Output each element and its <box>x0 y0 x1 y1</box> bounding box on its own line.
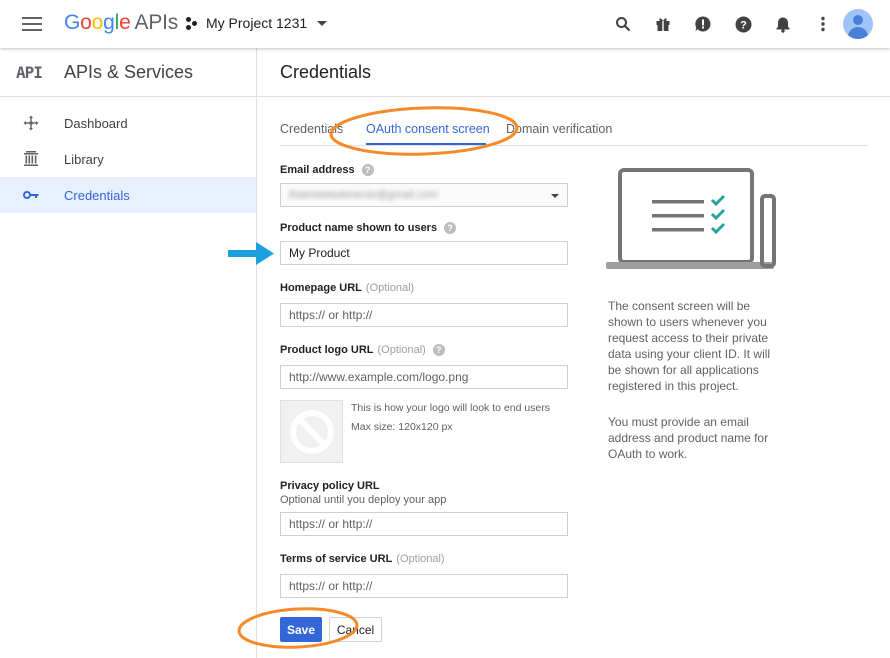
privacy-label-row: Privacy policy URL <box>280 480 380 492</box>
logo-url-input[interactable] <box>280 365 568 389</box>
menu-icon[interactable] <box>22 17 42 31</box>
optional-tag: (Optional) <box>396 553 445 565</box>
help-icon[interactable]: ? <box>732 13 754 35</box>
tab-oauth-consent-screen[interactable]: OAuth consent screen <box>366 122 490 136</box>
cancel-button[interactable]: Cancel <box>329 617 382 642</box>
avatar[interactable] <box>843 9 873 39</box>
logo-hint: This is how your logo will look to end u… <box>351 402 551 414</box>
bell-icon[interactable] <box>772 13 794 35</box>
sidebar-header: API APIs & Services <box>0 48 256 97</box>
logo-suffix: APIs <box>134 11 179 34</box>
optional-tag: (Optional) <box>365 282 415 294</box>
email-value: thatmeetsdonecto@gmail.com <box>289 189 438 201</box>
laptop-checklist-illustration <box>606 168 776 269</box>
sidebar-item-dashboard[interactable]: Dashboard <box>0 105 256 141</box>
privacy-subtext: Optional until you deploy your app <box>280 494 447 506</box>
product-label-row: Product name shown to users ? <box>280 222 457 234</box>
active-tab-indicator <box>366 143 486 145</box>
gift-icon[interactable] <box>652 13 674 35</box>
svg-text:?: ? <box>740 19 747 31</box>
privacy-url-input[interactable] <box>280 512 568 536</box>
homepage-url-input[interactable] <box>280 303 568 327</box>
privacy-policy-label: Privacy policy URL <box>280 480 380 492</box>
homepage-label-row: Homepage URL (Optional) <box>280 282 414 294</box>
email-label: Email address <box>280 164 355 176</box>
project-name: My Project 1231 <box>206 15 308 31</box>
save-button[interactable]: Save <box>280 617 322 642</box>
email-select[interactable]: thatmeetsdonecto@gmail.com <box>280 183 568 207</box>
more-vert-icon[interactable] <box>812 13 834 35</box>
google-apis-logo[interactable]: Google APIs <box>64 11 178 35</box>
help-icon[interactable]: ? <box>444 222 457 234</box>
email-label-row: Email address ? <box>280 164 374 176</box>
sidebar: API APIs & Services Dashboard Library Cr… <box>0 48 257 658</box>
sidebar-item-label: Library <box>64 151 104 167</box>
top-bar: Google APIs My Project 1231 ? <box>0 0 890 48</box>
consent-info-text: The consent screen will be shown to user… <box>608 299 771 393</box>
sidebar-item-label: Dashboard <box>64 115 128 131</box>
product-name-label: Product name shown to users <box>280 222 438 234</box>
terms-url-input[interactable] <box>280 574 568 598</box>
no-image-icon <box>289 409 334 454</box>
product-name-input[interactable] <box>280 241 568 265</box>
logo-letter: g <box>103 11 115 34</box>
tab-domain-verification[interactable]: Domain verification <box>506 122 612 136</box>
sidebar-item-library[interactable]: Library <box>0 141 256 177</box>
alert-icon[interactable] <box>692 13 714 35</box>
terms-label-row: Terms of service URL (Optional) <box>280 553 445 565</box>
sidebar-item-label: Credentials <box>64 187 130 203</box>
tab-credentials[interactable]: Credentials <box>280 122 343 136</box>
logo-letter: G <box>64 11 81 34</box>
search-icon[interactable] <box>612 13 634 35</box>
library-icon <box>22 150 40 168</box>
logo-letter: o <box>80 11 92 34</box>
logo-letter: o <box>91 11 104 34</box>
logo-letter: e <box>119 11 131 34</box>
terms-label: Terms of service URL <box>280 553 393 565</box>
consent-requirement-text: You must provide an email address and pr… <box>608 415 769 461</box>
key-icon <box>22 186 40 204</box>
sidebar-title: APIs & Services <box>64 62 194 82</box>
logo-preview <box>280 400 343 463</box>
help-icon[interactable]: ? <box>432 344 445 356</box>
chevron-down-icon <box>551 194 559 198</box>
logo-url-label: Product logo URL <box>280 344 374 356</box>
help-icon[interactable]: ? <box>361 164 374 176</box>
api-logo: API <box>16 63 43 82</box>
page-header: Credentials <box>257 48 890 97</box>
project-icon <box>186 16 198 30</box>
dashboard-icon <box>22 114 40 132</box>
logo-label-row: Product logo URL (Optional) ? <box>280 344 445 356</box>
homepage-label: Homepage URL <box>280 282 362 294</box>
page-title: Credentials <box>280 62 372 82</box>
chevron-down-icon <box>317 20 328 26</box>
project-selector[interactable]: My Project 1231 <box>186 15 328 31</box>
logo-size-hint: Max size: 120x120 px <box>351 421 453 433</box>
tab-bar: Credentials OAuth consent screen Domain … <box>280 114 868 146</box>
optional-tag: (Optional) <box>377 344 426 356</box>
sidebar-item-credentials[interactable]: Credentials <box>0 177 256 213</box>
